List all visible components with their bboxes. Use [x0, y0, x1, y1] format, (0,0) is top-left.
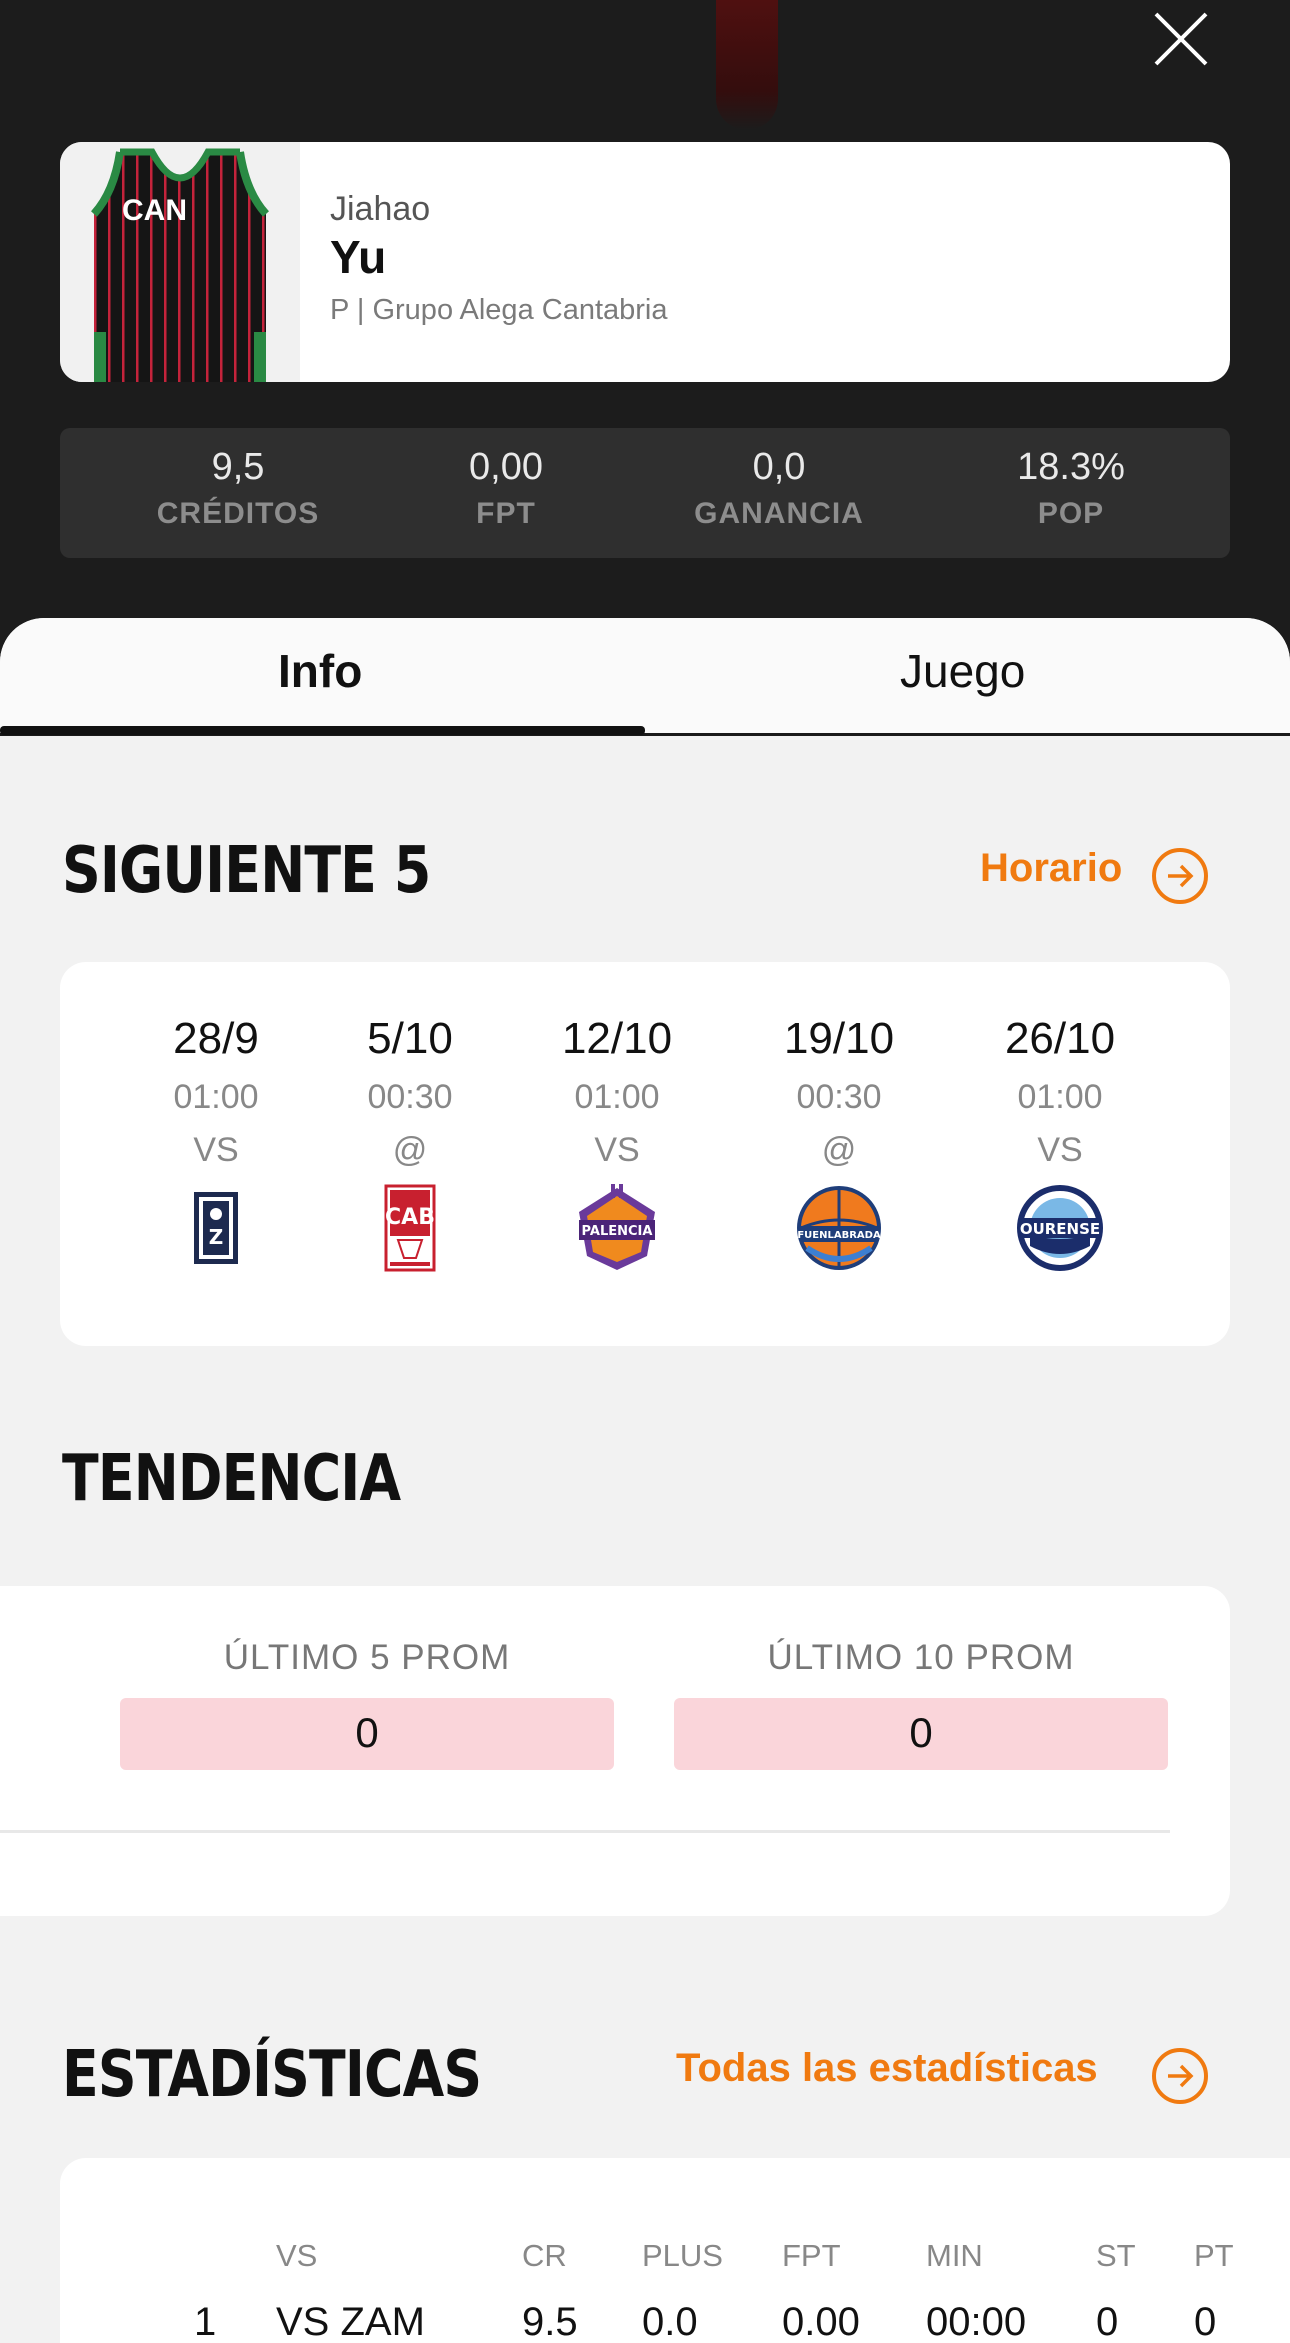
- all-stats-link[interactable]: Todas las estadísticas: [676, 2046, 1098, 2091]
- game-time: 00:30: [796, 1078, 882, 1116]
- player-last-name: Yu: [330, 231, 387, 283]
- game-time: 01:00: [1017, 1078, 1103, 1116]
- table-cell-vs: VS ZAM: [276, 2300, 425, 2343]
- game-item[interactable]: 19/10 00:30 @ FUENLABRADA: [749, 962, 929, 1274]
- last10-label: ÚLTIMO 10 PROM: [767, 1638, 1075, 1677]
- arrow-right-icon[interactable]: [1152, 848, 1208, 904]
- table-cell-plus: 0.0: [642, 2300, 698, 2343]
- game-item[interactable]: 5/10 00:30 @ CAB: [320, 962, 500, 1274]
- trend-card: ÚLTIMO 5 PROM 0 ÚLTIMO 10 PROM 0: [0, 1586, 1230, 1916]
- svg-text:CAB: CAB: [385, 1205, 435, 1230]
- game-item[interactable]: 28/9 01:00 VS Z: [126, 962, 306, 1274]
- tab-bar: Info Juego: [0, 618, 1290, 736]
- table-cell-st: 0: [1096, 2300, 1119, 2343]
- stat-value: 0,00: [469, 446, 543, 488]
- stat-label: GANANCIA: [694, 497, 864, 530]
- col-header-fpt: FPT: [782, 2238, 841, 2273]
- tab-juego[interactable]: Juego: [900, 644, 1025, 698]
- game-time: 01:00: [574, 1078, 660, 1116]
- stat-value: 9,5: [211, 446, 265, 488]
- game-date: 26/10: [1004, 1014, 1116, 1063]
- col-header-min: MIN: [926, 2238, 983, 2273]
- game-home-away: VS: [1037, 1131, 1083, 1169]
- trend-divider: [0, 1830, 1170, 1833]
- game-home-away: @: [392, 1131, 428, 1169]
- player-stats-bar: 9,5 CRÉDITOS 0,00 FPT 0,0 GANANCIA 18.3%…: [60, 428, 1230, 558]
- player-header: CAN Jiahao Yu P | Grupo Alega Cantabria …: [0, 0, 1290, 640]
- obradoiro-logo: CAB: [364, 1182, 456, 1274]
- jersey-text: CAN: [122, 194, 187, 227]
- game-home-away: VS: [594, 1131, 640, 1169]
- stat-pop: 18.3% POP: [1017, 428, 1125, 558]
- palencia-logo: PALENCIA: [571, 1182, 663, 1274]
- trend-title: TENDENCIA: [62, 1442, 401, 1516]
- last5-label: ÚLTIMO 5 PROM: [223, 1638, 511, 1677]
- table-cell-fpt: 0.00: [782, 2300, 860, 2343]
- col-header-pt: PT: [1194, 2238, 1234, 2273]
- svg-text:OURENSE: OURENSE: [1020, 1220, 1100, 1238]
- game-item[interactable]: 26/10 01:00 VS OURENSE: [970, 962, 1150, 1274]
- horario-link[interactable]: Horario: [980, 846, 1122, 891]
- game-date: 12/10: [561, 1014, 673, 1063]
- player-card: CAN Jiahao Yu P | Grupo Alega Cantabria: [60, 142, 1230, 382]
- stats-table: VS CR PLUS FPT MIN ST PT 1 VS ZAM 9.5 0.…: [60, 2158, 1290, 2343]
- col-header-cr: CR: [522, 2238, 567, 2273]
- game-date: 28/9: [173, 1014, 259, 1063]
- tab-info[interactable]: Info: [278, 644, 362, 698]
- svg-text:PALENCIA: PALENCIA: [582, 1224, 653, 1239]
- stat-ganancia: 0,0 GANANCIA: [694, 428, 864, 558]
- stat-creditos: 9,5 CRÉDITOS: [157, 428, 319, 558]
- col-header-vs: VS: [276, 2238, 318, 2273]
- table-cell-cr: 9.5: [522, 2300, 578, 2343]
- next-games-card: 28/9 01:00 VS Z 5/10 00:30 @ CAB 12/10 0…: [60, 962, 1230, 1346]
- zamora-logo: Z: [170, 1182, 262, 1274]
- stat-value: 0,0: [752, 446, 806, 488]
- tab-indicator: [0, 726, 645, 735]
- arrow-right-icon[interactable]: [1152, 2048, 1208, 2104]
- table-cell-min: 00:00: [926, 2300, 1027, 2343]
- col-header-st: ST: [1096, 2238, 1136, 2273]
- last10-value: 0: [674, 1698, 1168, 1770]
- player-first-name: Jiahao: [330, 190, 431, 228]
- stat-label: FPT: [476, 497, 536, 530]
- fuenlabrada-logo: FUENLABRADA: [793, 1182, 885, 1274]
- jersey-image: CAN: [60, 142, 300, 382]
- svg-text:Z: Z: [209, 1225, 224, 1249]
- game-date: 19/10: [783, 1014, 895, 1063]
- stats-title: ESTADÍSTICAS: [62, 2038, 482, 2112]
- last5-value: 0: [120, 1698, 614, 1770]
- game-time: 01:00: [173, 1078, 259, 1116]
- col-header-plus: PLUS: [642, 2238, 723, 2273]
- stat-label: POP: [1037, 497, 1105, 530]
- game-time: 00:30: [367, 1078, 453, 1116]
- table-cell-index: 1: [194, 2300, 217, 2343]
- stat-value: 18.3%: [1017, 446, 1125, 488]
- game-home-away: VS: [193, 1131, 239, 1169]
- background-decoration: [716, 0, 778, 130]
- game-item[interactable]: 12/10 01:00 VS PALENCIA: [527, 962, 707, 1274]
- ourense-logo: OURENSE: [1014, 1182, 1106, 1274]
- stat-fpt: 0,00 FPT: [469, 428, 543, 558]
- game-date: 5/10: [367, 1014, 453, 1063]
- player-detail-sheet: Info Juego SIGUIENTE 5 Horario 28/9 01:0…: [0, 618, 1290, 2343]
- table-cell-pt: 0: [1194, 2300, 1217, 2343]
- game-home-away: @: [821, 1131, 857, 1169]
- svg-text:FUENLABRADA: FUENLABRADA: [797, 1230, 881, 1241]
- player-position-team: P | Grupo Alega Cantabria: [330, 294, 668, 326]
- next5-title: SIGUIENTE 5: [62, 834, 431, 908]
- close-icon[interactable]: [1148, 6, 1214, 72]
- stat-label: CRÉDITOS: [156, 497, 320, 530]
